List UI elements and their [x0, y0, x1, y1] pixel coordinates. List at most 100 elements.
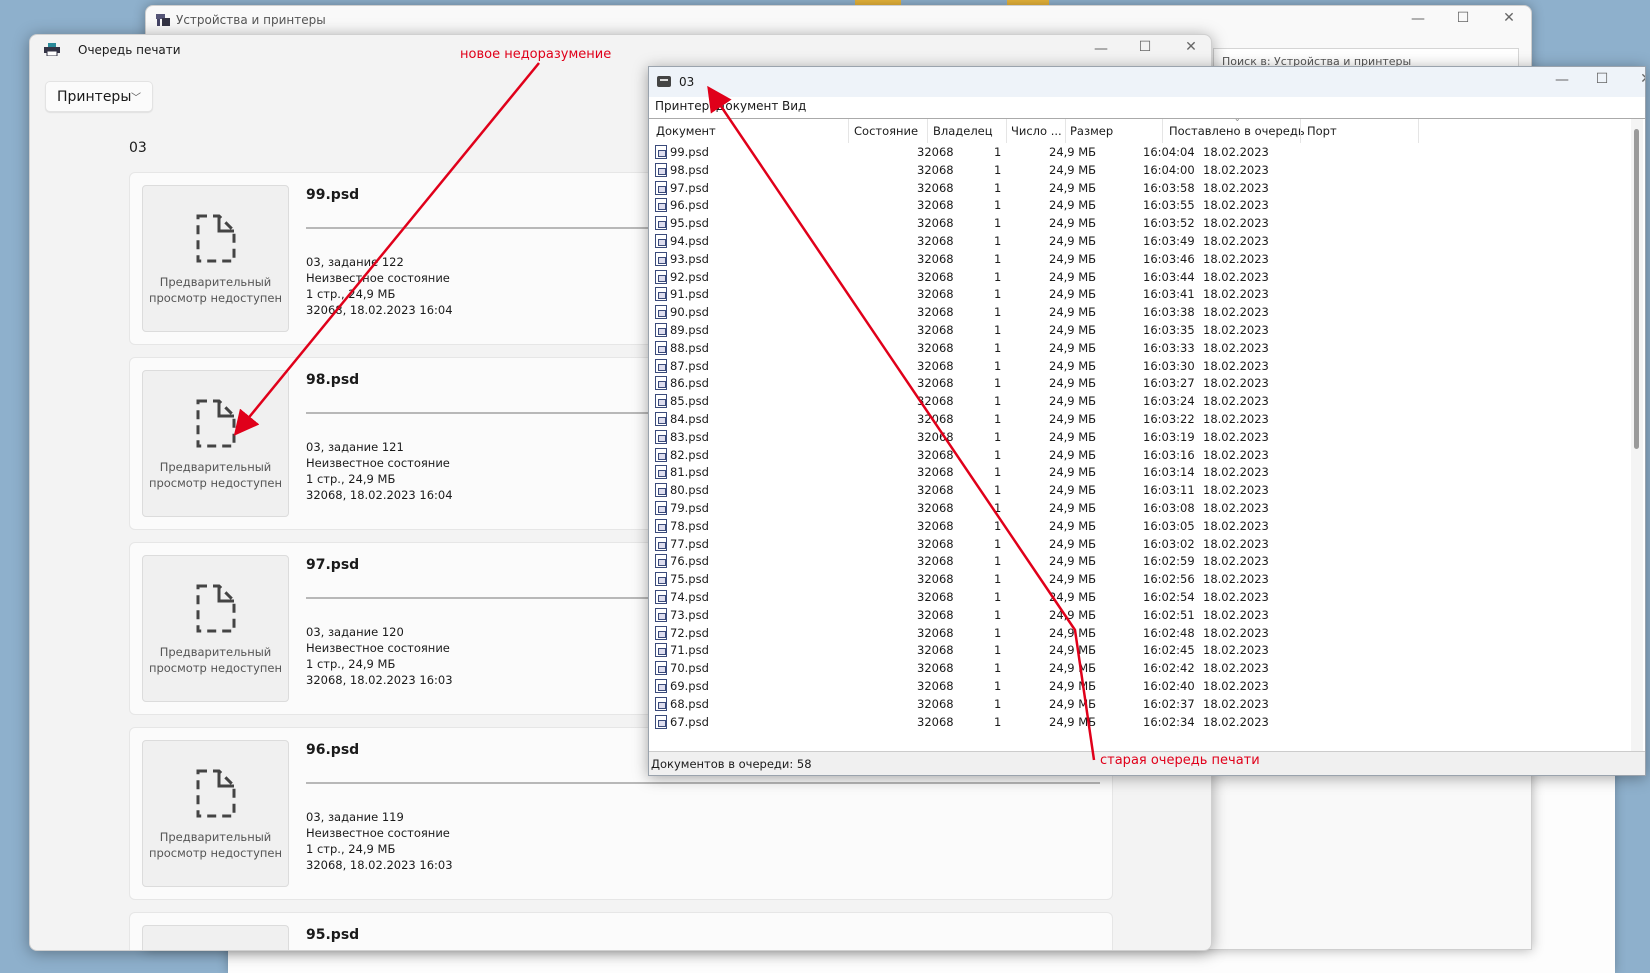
table-row[interactable]: 83.psd 32068 1 24,9 МБ 16:03:19 18.02.20… [649, 428, 1629, 447]
cell-owner: 32068 [917, 269, 954, 284]
menu-document[interactable]: Документ [716, 99, 778, 113]
preview-unavailable-text: Предварительный просмотр недоступен [148, 275, 283, 305]
column-separator[interactable] [1300, 119, 1301, 143]
table-row[interactable]: 67.psd 32068 1 24,9 МБ 16:02:34 18.02.20… [649, 713, 1629, 732]
cell-date: 18.02.2023 [1203, 340, 1269, 355]
minimize-button[interactable]: — [1547, 72, 1577, 88]
table-row[interactable]: 75.psd 32068 1 24,9 МБ 16:02:56 18.02.20… [649, 570, 1629, 589]
cell-pages: 1 [994, 643, 1002, 658]
cell-pages: 1 [994, 483, 1002, 498]
table-row[interactable]: 93.psd 32068 1 24,9 МБ 16:03:46 18.02.20… [649, 250, 1629, 269]
cell-time: 16:02:34 [1143, 714, 1195, 729]
cell-time: 16:03:05 [1143, 518, 1195, 533]
table-row[interactable]: 96.psd 32068 1 24,9 МБ 16:03:55 18.02.20… [649, 196, 1629, 215]
document-icon [655, 714, 667, 729]
column-submitted[interactable]: Поставлено в очередь [1169, 124, 1305, 138]
window-title: Устройства и принтеры [176, 13, 326, 27]
column-separator[interactable] [927, 119, 928, 143]
table-row[interactable]: 82.psd 32068 1 24,9 МБ 16:03:16 18.02.20… [649, 446, 1629, 465]
table-row[interactable]: 98.psd 32068 1 24,9 МБ 16:04:00 18.02.20… [649, 161, 1629, 180]
table-row[interactable]: 79.psd 32068 1 24,9 МБ 16:03:08 18.02.20… [649, 499, 1629, 518]
table-row[interactable]: 78.psd 32068 1 24,9 МБ 16:03:05 18.02.20… [649, 517, 1629, 536]
close-button[interactable]: ✕ [1494, 10, 1524, 26]
scrollbar-thumb[interactable] [1634, 129, 1639, 449]
printers-dropdown[interactable]: Принтеры ﹀ [45, 81, 153, 112]
table-row[interactable]: 70.psd 32068 1 24,9 МБ 16:02:42 18.02.20… [649, 659, 1629, 678]
table-row[interactable]: 97.psd 32068 1 24,9 МБ 16:03:58 18.02.20… [649, 179, 1629, 198]
column-separator[interactable] [1162, 119, 1163, 143]
cell-pages: 1 [994, 198, 1002, 213]
cell-date: 18.02.2023 [1203, 572, 1269, 587]
close-button[interactable]: ✕ [1176, 39, 1206, 55]
table-row[interactable]: 72.psd 32068 1 24,9 МБ 16:02:48 18.02.20… [649, 624, 1629, 643]
cell-document: 91.psd [670, 287, 709, 302]
column-separator[interactable] [848, 119, 849, 143]
column-document[interactable]: Документ [656, 124, 716, 138]
table-row[interactable]: 89.psd 32068 1 24,9 МБ 16:03:35 18.02.20… [649, 321, 1629, 340]
table-row[interactable]: 74.psd 32068 1 24,9 МБ 16:02:54 18.02.20… [649, 588, 1629, 607]
cell-date: 18.02.2023 [1203, 251, 1269, 266]
menu-view[interactable]: Вид [782, 99, 806, 113]
cell-document: 85.psd [670, 394, 709, 409]
table-row[interactable]: 99.psd 32068 1 24,9 МБ 16:04:04 18.02.20… [649, 143, 1629, 162]
maximize-button[interactable]: ☐ [1587, 71, 1617, 87]
table-row[interactable]: 92.psd 32068 1 24,9 МБ 16:03:44 18.02.20… [649, 268, 1629, 287]
cell-time: 16:03:35 [1143, 323, 1195, 337]
chevron-down-icon: ﹀ [131, 93, 141, 104]
cell-time: 16:03:30 [1143, 358, 1195, 373]
table-row[interactable]: 90.psd 32068 1 24,9 МБ 16:03:38 18.02.20… [649, 303, 1629, 322]
cell-date: 18.02.2023 [1203, 376, 1269, 391]
cell-document: 97.psd [670, 180, 709, 195]
print-job-card[interactable]: 95.psd [129, 912, 1113, 950]
column-owner[interactable]: Владелец [933, 124, 993, 138]
cell-document: 98.psd [670, 162, 709, 177]
minimize-button[interactable]: — [1403, 11, 1433, 27]
menu-printer[interactable]: Принтер [655, 99, 709, 113]
table-row[interactable]: 77.psd 32068 1 24,9 МБ 16:03:02 18.02.20… [649, 535, 1629, 554]
cell-pages: 1 [994, 554, 1002, 569]
table-row[interactable]: 94.psd 32068 1 24,9 МБ 16:03:49 18.02.20… [649, 232, 1629, 251]
table-row[interactable]: 69.psd 32068 1 24,9 МБ 16:02:40 18.02.20… [649, 677, 1629, 696]
cell-size: 24,9 МБ [1049, 643, 1097, 658]
table-row[interactable]: 87.psd 32068 1 24,9 МБ 16:03:30 18.02.20… [649, 357, 1629, 376]
column-port[interactable]: Порт [1307, 124, 1337, 138]
cell-size: 24,9 МБ [1049, 323, 1097, 337]
column-separator[interactable] [1418, 119, 1419, 143]
column-separator[interactable] [1065, 119, 1066, 143]
column-size[interactable]: Размер [1070, 124, 1113, 138]
vertical-scrollbar[interactable] [1631, 119, 1643, 751]
close-button[interactable]: ✕ [1631, 71, 1645, 87]
column-status[interactable]: Состояние [854, 124, 918, 138]
table-row[interactable]: 76.psd 32068 1 24,9 МБ 16:02:59 18.02.20… [649, 552, 1629, 571]
cell-time: 16:03:41 [1143, 287, 1195, 302]
table-row[interactable]: 86.psd 32068 1 24,9 МБ 16:03:27 18.02.20… [649, 374, 1629, 393]
table-row[interactable]: 71.psd 32068 1 24,9 МБ 16:02:45 18.02.20… [649, 641, 1629, 660]
table-row[interactable]: 88.psd 32068 1 24,9 МБ 16:03:33 18.02.20… [649, 339, 1629, 358]
preview-thumbnail: Предварительный просмотр недоступен [142, 370, 289, 517]
table-row[interactable]: 68.psd 32068 1 24,9 МБ 16:02:37 18.02.20… [649, 695, 1629, 714]
cell-time: 16:03:44 [1143, 269, 1195, 284]
cell-owner: 32068 [917, 145, 954, 159]
cell-size: 24,9 МБ [1049, 376, 1097, 391]
document-icon [655, 518, 667, 533]
cell-owner: 32068 [917, 518, 954, 533]
table-row[interactable]: 85.psd 32068 1 24,9 МБ 16:03:24 18.02.20… [649, 392, 1629, 411]
cell-document: 99.psd [670, 145, 709, 159]
cell-pages: 1 [994, 251, 1002, 266]
table-row[interactable]: 91.psd 32068 1 24,9 МБ 16:03:41 18.02.20… [649, 285, 1629, 304]
cell-owner: 32068 [917, 340, 954, 355]
cell-pages: 1 [994, 376, 1002, 391]
table-row[interactable]: 81.psd 32068 1 24,9 МБ 16:03:14 18.02.20… [649, 463, 1629, 482]
minimize-button[interactable]: — [1086, 41, 1116, 57]
table-row[interactable]: 80.psd 32068 1 24,9 МБ 16:03:11 18.02.20… [649, 481, 1629, 500]
cell-time: 16:02:56 [1143, 572, 1195, 587]
column-pages[interactable]: Число ... [1011, 124, 1062, 138]
table-row[interactable]: 84.psd 32068 1 24,9 МБ 16:03:22 18.02.20… [649, 410, 1629, 429]
maximize-button[interactable]: ☐ [1130, 39, 1160, 55]
column-separator[interactable] [1006, 119, 1007, 143]
preview-thumbnail [142, 925, 289, 950]
document-icon [655, 216, 667, 231]
table-row[interactable]: 95.psd 32068 1 24,9 МБ 16:03:52 18.02.20… [649, 214, 1629, 233]
table-row[interactable]: 73.psd 32068 1 24,9 МБ 16:02:51 18.02.20… [649, 606, 1629, 625]
maximize-button[interactable]: ☐ [1448, 10, 1478, 26]
